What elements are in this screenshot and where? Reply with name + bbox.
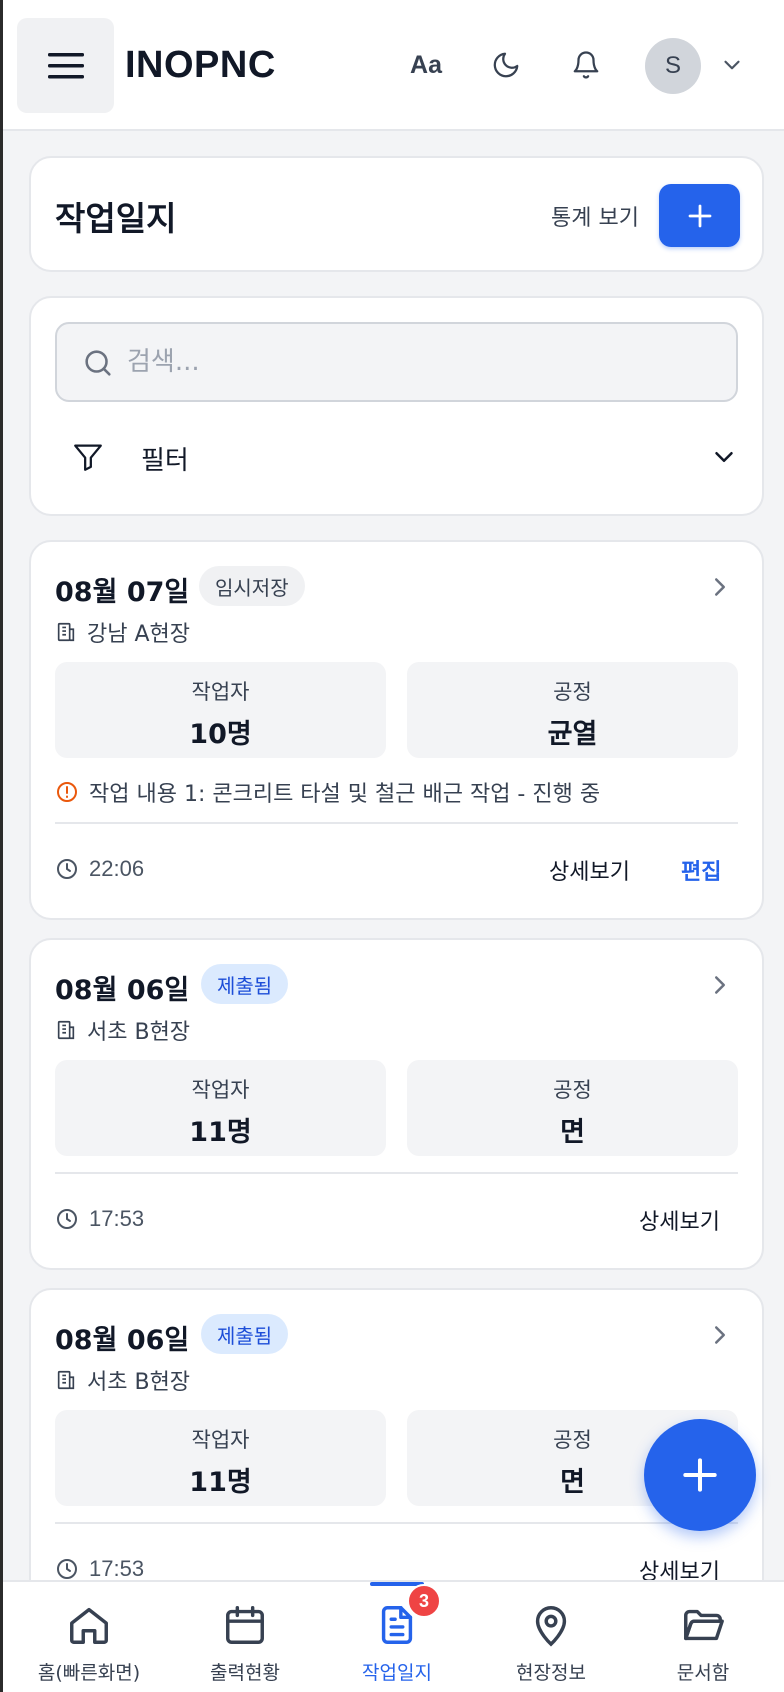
chevron-down-icon: [715, 452, 733, 462]
plus-icon: [683, 1458, 717, 1492]
clock-icon: [57, 859, 77, 879]
building-icon: [57, 1020, 75, 1040]
notification-count-badge: 3: [407, 1584, 441, 1618]
detail-button[interactable]: 상세보기: [549, 854, 630, 886]
divider: [55, 822, 738, 824]
top-header: INOPNC Aa S: [3, 0, 784, 131]
stat-value: 균열: [547, 719, 598, 750]
log-site: 서초 B현장: [55, 1014, 190, 1046]
filter-icon: [74, 444, 102, 471]
app-root: INOPNC Aa S 작업일지 통계 보기 필터 08월 07일 임시: [0, 0, 784, 1692]
search-box: [55, 322, 738, 402]
notifications-button[interactable]: [561, 40, 611, 90]
building-icon: [57, 622, 75, 642]
plus-icon: [688, 204, 711, 227]
divider: [55, 1522, 738, 1524]
menu-icon: [47, 52, 84, 78]
dark-mode-toggle[interactable]: [481, 40, 531, 90]
floating-add-button[interactable]: [644, 1419, 756, 1531]
nav-item-work-log[interactable]: 3 작업일지: [319, 1582, 475, 1692]
clock-icon: [57, 1559, 77, 1579]
workers-stat: 작업자 11명: [55, 1410, 386, 1506]
status-badge: 제출됨: [201, 964, 289, 1004]
add-log-button[interactable]: [659, 184, 740, 247]
edit-button[interactable]: 편집: [681, 854, 721, 886]
status-badge: 임시저장: [199, 566, 305, 606]
log-site: 서초 B현장: [55, 1364, 190, 1396]
nav-label: 문서함: [676, 1662, 730, 1684]
log-time: 17:53: [55, 1206, 144, 1232]
stat-label: 공정: [553, 1078, 592, 1102]
log-date: 08월 06일: [55, 1325, 190, 1356]
time-text: 22:06: [89, 856, 145, 881]
filter-toggle[interactable]: 필터: [55, 422, 738, 492]
app-title: INOPNC: [125, 44, 276, 86]
alert-circle-icon: [57, 782, 77, 802]
process-stat: 공정 균열: [407, 662, 738, 758]
stat-value: 10명: [189, 719, 252, 750]
site-name: 서초 B현장: [87, 1020, 191, 1045]
page-title-card: 작업일지 통계 보기: [29, 156, 764, 272]
divider: [55, 1172, 738, 1174]
stat-label: 공정: [553, 680, 592, 704]
chevron-right-icon[interactable]: [705, 570, 735, 604]
map-pin-icon: [535, 1606, 567, 1647]
log-site: 강남 A현장: [55, 616, 190, 648]
building-icon: [57, 1370, 75, 1390]
log-card[interactable]: 08월 07일 임시저장 강남 A현장 작업자 10명 공정 균열 작업 내용 …: [29, 540, 764, 920]
nav-item-site-info[interactable]: 현장정보: [473, 1582, 629, 1692]
site-name: 서초 B현장: [87, 1370, 191, 1395]
avatar[interactable]: S: [645, 38, 701, 94]
stat-value: 11명: [189, 1467, 252, 1498]
log-date: 08월 07일: [55, 577, 190, 608]
stat-label: 작업자: [191, 680, 250, 704]
home-icon: [70, 1607, 108, 1644]
nav-label: 작업일지: [362, 1662, 432, 1684]
stat-value: 11명: [189, 1117, 252, 1148]
font-size-toggle[interactable]: Aa: [401, 40, 451, 90]
log-date: 08월 06일: [55, 975, 190, 1006]
chevron-right-icon[interactable]: [705, 1318, 735, 1352]
search-filter-card: 필터: [29, 296, 764, 516]
clock-icon: [57, 1209, 77, 1229]
chevron-down-icon[interactable]: [719, 52, 745, 78]
site-name: 강남 A현장: [87, 622, 191, 647]
stat-label: 작업자: [191, 1428, 250, 1452]
log-card[interactable]: 08월 06일 제출됨 서초 B현장 작업자 11명 공정 면 17:53 상세…: [29, 938, 764, 1270]
calendar-icon: [226, 1606, 264, 1644]
stats-link[interactable]: 통계 보기: [551, 200, 639, 232]
bell-icon: [573, 51, 599, 79]
time-text: 17:53: [89, 1556, 145, 1581]
nav-label: 홈(빠른화면): [37, 1662, 141, 1684]
nav-label: 출력현황: [210, 1662, 280, 1684]
chevron-right-icon[interactable]: [705, 968, 735, 1002]
stat-label: 작업자: [191, 1078, 250, 1102]
process-stat: 공정 면: [407, 1060, 738, 1156]
folder-icon: [684, 1609, 724, 1641]
workers-stat: 작업자 11명: [55, 1060, 386, 1156]
log-time: 17:53: [55, 1556, 144, 1582]
log-time: 22:06: [55, 856, 144, 882]
menu-button[interactable]: [17, 18, 114, 113]
nav-item-home[interactable]: 홈(빠른화면): [11, 1582, 167, 1692]
workers-stat: 작업자 10명: [55, 662, 386, 758]
moon-icon: [493, 52, 519, 78]
stat-value: 면: [560, 1117, 585, 1148]
page-title: 작업일지: [55, 199, 177, 238]
status-badge: 제출됨: [201, 1314, 289, 1354]
time-text: 17:53: [89, 1206, 145, 1231]
nav-label: 현장정보: [516, 1662, 586, 1684]
detail-button[interactable]: 상세보기: [639, 1204, 720, 1236]
search-icon: [85, 350, 111, 376]
nav-item-attendance[interactable]: 출력현황: [167, 1582, 323, 1692]
nav-item-documents[interactable]: 문서함: [625, 1582, 781, 1692]
bottom-nav: 홈(빠른화면) 출력현황 3 작업일지 현장정보 문서함: [3, 1580, 784, 1692]
search-input[interactable]: [127, 342, 707, 382]
filter-label: 필터: [141, 446, 189, 476]
log-note: 작업 내용 1: 콘크리트 타설 및 철근 배근 작업 - 진행 중: [55, 776, 600, 808]
note-text: 작업 내용 1: 콘크리트 타설 및 철근 배근 작업 - 진행 중: [89, 782, 601, 807]
